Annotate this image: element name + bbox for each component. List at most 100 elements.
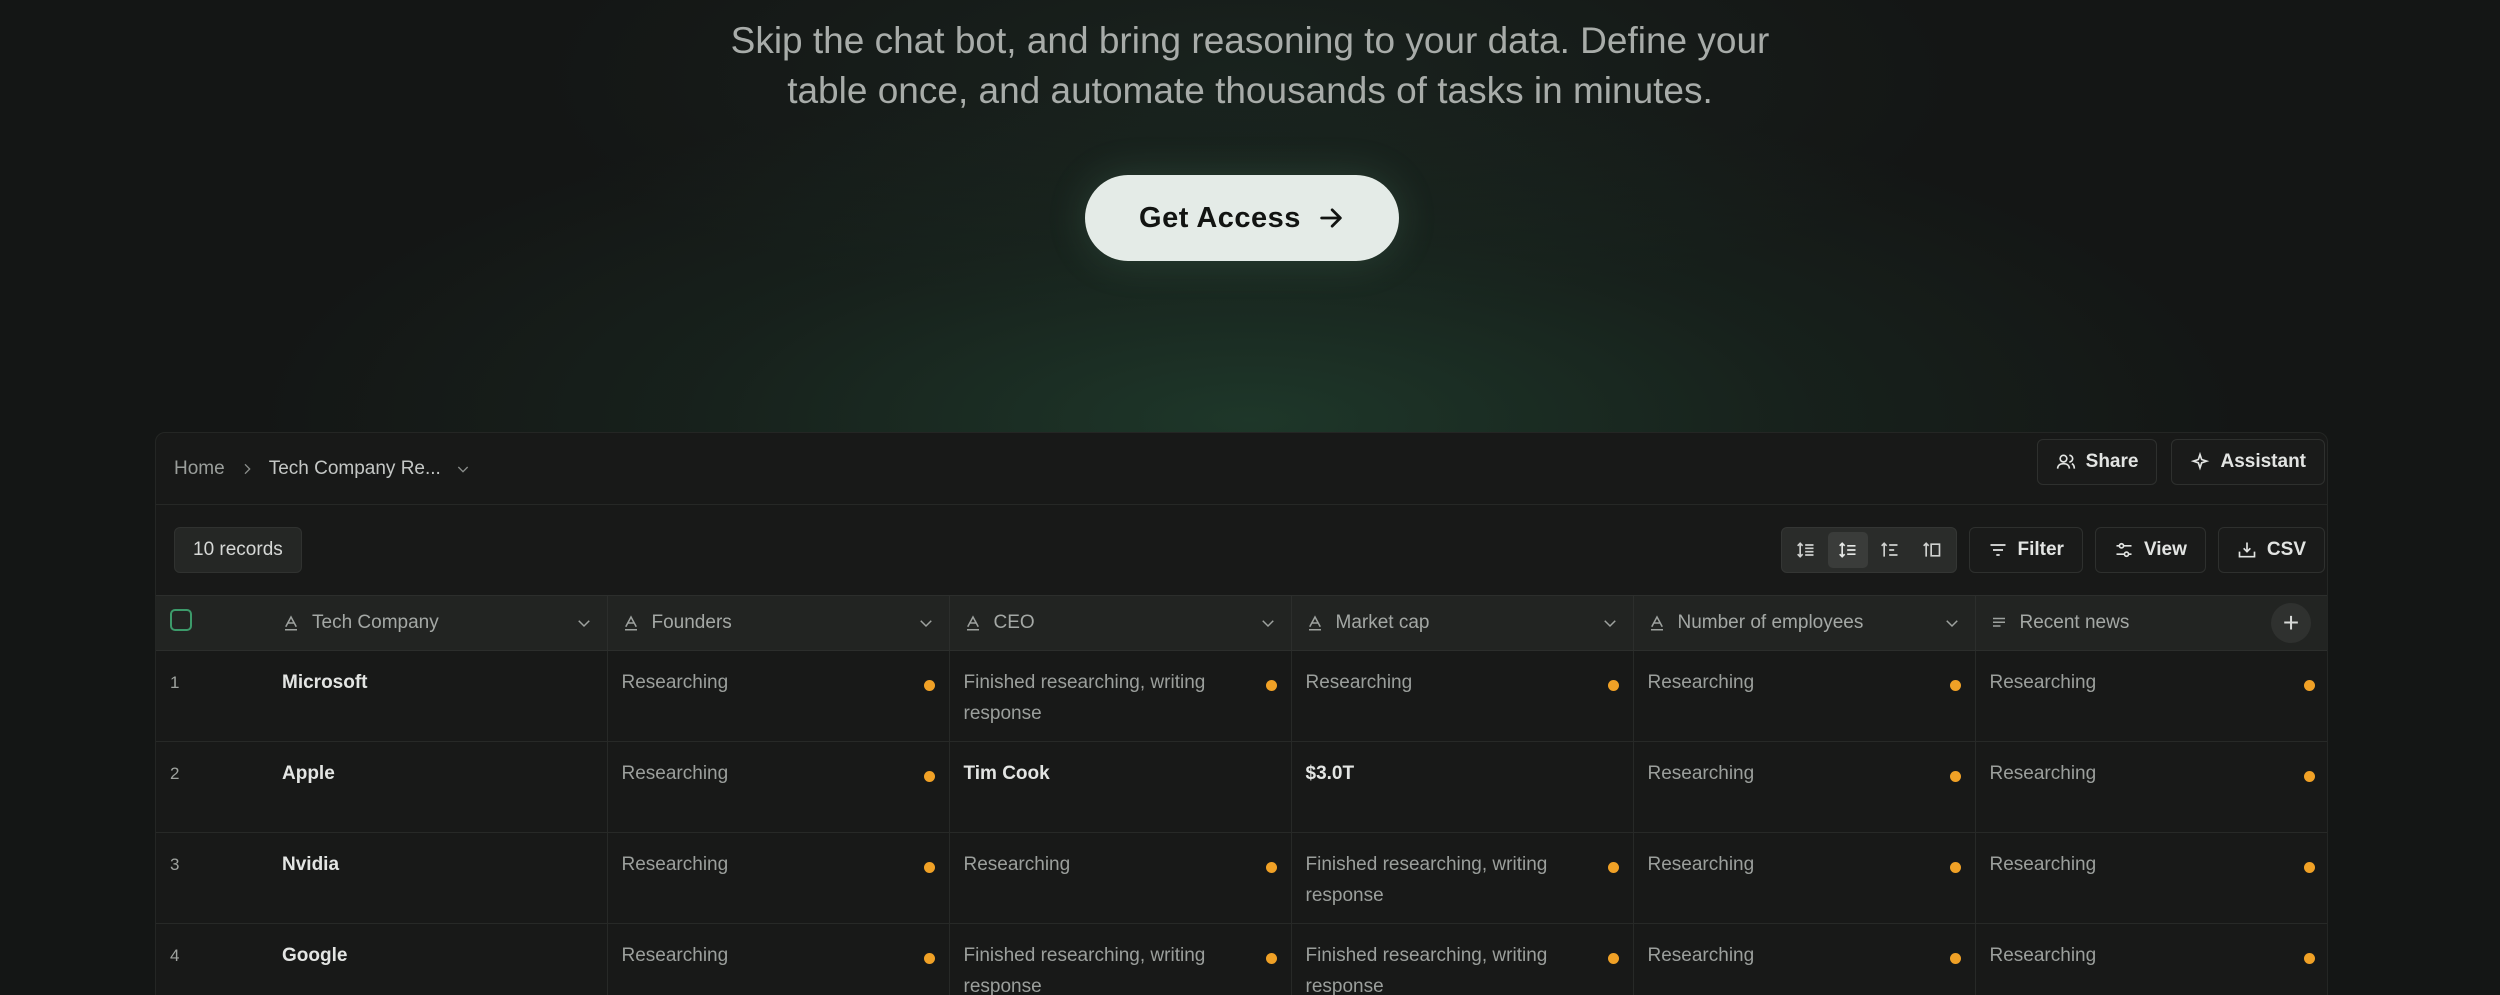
filter-button[interactable]: Filter — [1968, 527, 2083, 573]
sliders-icon — [2116, 542, 2132, 558]
chevron-down-icon[interactable] — [1259, 614, 1277, 632]
cell-text: Researching — [1989, 854, 2097, 875]
density-expand-option[interactable] — [1912, 532, 1952, 568]
long-text-type-icon — [1992, 617, 2005, 627]
column-header-market-cap[interactable]: Market cap — [1290, 595, 1633, 651]
table-row[interactable]: 1 Microsoft Researching Finished researc… — [156, 650, 2327, 742]
cell-news[interactable]: Researching — [1974, 650, 2327, 742]
status-dot — [923, 953, 935, 964]
breadcrumb-home[interactable]: Home — [174, 458, 225, 480]
chevron-down-icon[interactable] — [1943, 614, 1961, 632]
chevron-down-icon[interactable] — [917, 614, 935, 632]
density-expand-icon — [1922, 542, 1940, 557]
arrow-right-icon — [1320, 208, 1342, 228]
cell-company[interactable]: Apple — [268, 741, 607, 833]
status-dot — [1949, 862, 1961, 873]
density-compact-icon — [1796, 542, 1813, 558]
cell-market-cap[interactable]: Researching — [1290, 650, 1633, 742]
table-row[interactable]: 2 Apple Researching Tim Cook $3.0T Resea… — [156, 741, 2327, 833]
users-icon — [2056, 454, 2075, 469]
breadcrumb-current[interactable]: Tech Company Re... — [269, 458, 441, 480]
status-dot — [1607, 953, 1619, 964]
column-header-ceo[interactable]: CEO — [948, 595, 1291, 651]
cell-text: Researching — [621, 945, 729, 966]
view-button[interactable]: View — [2094, 527, 2206, 573]
text-type-icon — [966, 615, 979, 631]
download-tray-icon — [2238, 542, 2256, 558]
column-header-founders[interactable]: Founders — [606, 595, 949, 651]
cell-news[interactable]: Researching — [1974, 923, 2327, 995]
text-type-icon — [285, 615, 297, 631]
cell-ceo[interactable]: Tim Cook — [948, 741, 1291, 833]
select-all-checkbox[interactable] — [170, 609, 192, 631]
cell-ceo[interactable]: Finished researching, writing response — [948, 650, 1291, 742]
column-header-tech-company[interactable]: Tech Company — [268, 595, 607, 651]
column-label: Market cap — [1335, 612, 1430, 633]
table-row[interactable]: 4 Google Researching Finished researchin… — [156, 923, 2327, 995]
chevron-down-icon[interactable] — [575, 614, 593, 632]
cell-founders[interactable]: Researching — [606, 650, 949, 742]
cell-founders[interactable]: Researching — [606, 923, 949, 995]
filter-icon — [1990, 544, 2005, 556]
cell-ceo[interactable]: Researching — [948, 832, 1291, 924]
status-dot — [1265, 680, 1277, 691]
cell-text: Researching — [621, 763, 729, 784]
cell-employees[interactable]: Researching — [1632, 650, 1975, 742]
select-all-header — [156, 595, 268, 651]
share-button[interactable]: Share — [2036, 439, 2158, 485]
status-dot — [2304, 771, 2315, 782]
cell-employees[interactable]: Researching — [1632, 923, 1975, 995]
column-header-employees[interactable]: Number of employees — [1632, 595, 1975, 651]
cell-employees[interactable]: Researching — [1632, 832, 1975, 924]
cell-text: Researching — [1989, 672, 2097, 693]
cell-text: Researching — [1647, 763, 1755, 784]
cell-text: Researching — [621, 672, 729, 693]
get-access-button[interactable]: Get Access — [1085, 175, 1399, 261]
app-header: Home Tech Company Re... Share Assistant — [156, 433, 2327, 505]
status-dot — [2304, 953, 2315, 964]
cell-text: Researching — [621, 854, 729, 875]
cell-text: Researching — [1305, 672, 1413, 693]
cell-market-cap[interactable]: Finished researching, writing response — [1290, 923, 1633, 995]
cell-company[interactable]: Microsoft — [268, 650, 607, 742]
cell-founders[interactable]: Researching — [606, 741, 949, 833]
chevron-down-icon[interactable] — [1601, 614, 1619, 632]
column-label: Founders — [651, 612, 732, 633]
column-label: CEO — [993, 612, 1035, 633]
add-column-button[interactable]: + — [2271, 603, 2311, 643]
column-label: Recent news — [2019, 612, 2130, 633]
assistant-button[interactable]: Assistant — [2171, 439, 2325, 485]
density-normal-option[interactable] — [1827, 532, 1868, 568]
hero-line-1: Skip the chat bot, and bring reasoning t… — [730, 20, 1770, 61]
cell-market-cap[interactable]: $3.0T — [1290, 741, 1633, 833]
cell-company[interactable]: Nvidia — [268, 832, 607, 924]
cell-news[interactable]: Researching — [1974, 832, 2327, 924]
csv-button[interactable]: CSV — [2217, 527, 2325, 573]
filter-label: Filter — [2017, 539, 2064, 560]
cell-company[interactable]: Google — [268, 923, 607, 995]
column-header-recent-news[interactable]: Recent news + — [1974, 595, 2327, 651]
cell-news[interactable]: Researching — [1974, 741, 2327, 833]
density-compact-option[interactable] — [1786, 532, 1826, 568]
density-wrap-option[interactable] — [1870, 532, 1910, 568]
status-dot — [1949, 771, 1961, 782]
column-label: Tech Company — [312, 612, 439, 633]
hero-line-2: table once, and automate thousands of ta… — [787, 70, 1713, 111]
status-dot — [923, 680, 935, 691]
cell-founders[interactable]: Researching — [606, 832, 949, 924]
status-dot — [2304, 862, 2315, 873]
toolbar-actions: Filter View CSV — [1780, 527, 2325, 573]
cell-text: Finished researching, writing response — [1305, 854, 1548, 906]
density-wrap-icon — [1880, 542, 1897, 557]
row-number: 4 — [156, 923, 268, 995]
cell-market-cap[interactable]: Finished researching, writing response — [1290, 832, 1633, 924]
cell-employees[interactable]: Researching — [1632, 741, 1975, 833]
cell-text: $3.0T — [1305, 763, 1355, 784]
chevron-right-icon — [244, 463, 251, 474]
row-number: 2 — [156, 741, 268, 833]
chevron-down-icon[interactable] — [455, 461, 471, 477]
text-type-icon — [1308, 615, 1321, 631]
cell-ceo[interactable]: Finished researching, writing response — [948, 923, 1291, 995]
table-row[interactable]: 3 Nvidia Researching Researching Finishe… — [156, 832, 2327, 924]
column-label: Number of employees — [1677, 612, 1864, 633]
